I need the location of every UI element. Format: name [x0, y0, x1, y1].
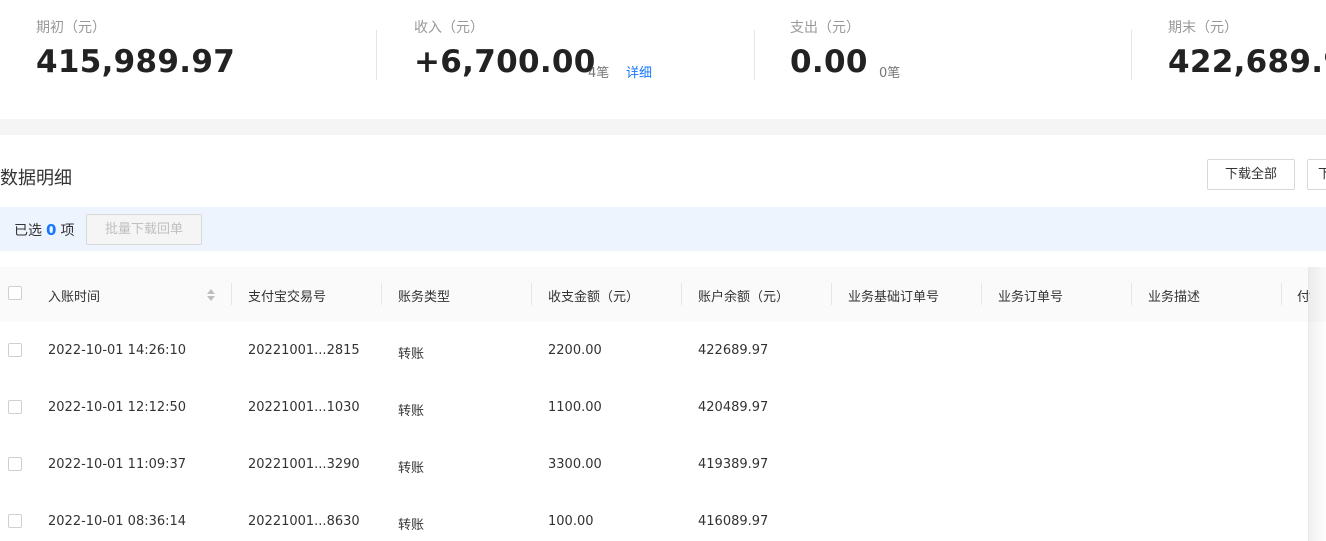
cell-type: 转账: [398, 404, 425, 419]
opening-balance-label: 期初（元）: [36, 20, 106, 36]
opening-balance-value: 415,989.97: [36, 44, 236, 80]
column-header-base-order-no: 业务基础订单号: [848, 290, 940, 305]
column-header-type: 账务类型: [398, 290, 451, 305]
selection-suffix: 项: [60, 223, 75, 239]
cell-type: 转账: [398, 518, 425, 533]
section-title: 数据明细: [0, 168, 72, 189]
batch-download-receipts-button[interactable]: 批量下载回单: [86, 214, 202, 245]
expense-label: 支出（元）: [790, 20, 860, 36]
cell-type: 转账: [398, 347, 425, 362]
cell-trade-no: 20221001...2815: [248, 343, 360, 358]
column-header-amount: 收支金额（元）: [548, 290, 640, 305]
expense-value: 0.00: [790, 44, 868, 80]
column-header-time[interactable]: 入账时间: [48, 286, 100, 305]
table-row[interactable]: 2022-10-01 11:09:37 20221001...3290 转账 3…: [0, 436, 1326, 494]
cell-balance: 416089.97: [698, 514, 769, 529]
selection-prefix: 已选: [14, 223, 42, 239]
income-count: 4笔: [588, 66, 610, 81]
cell-type: 转账: [398, 461, 425, 476]
selection-summary: 已选 0 项: [14, 220, 74, 240]
column-header-trade-no: 支付宝交易号: [248, 290, 327, 305]
column-separator: [681, 283, 682, 305]
selection-count: 0: [46, 221, 57, 239]
column-separator: [831, 283, 832, 305]
cell-time: 2022-10-01 12:12:50: [48, 400, 187, 415]
cell-time: 2022-10-01 14:26:10: [48, 343, 187, 358]
section-separator: [0, 119, 1326, 135]
summary-strip: 期初（元） 415,989.97 收入（元） +6,700.00 4笔 详细 支…: [0, 0, 1326, 119]
cell-amount: 1100.00: [548, 400, 602, 415]
cell-trade-no: 20221001...1030: [248, 400, 360, 415]
closing-balance-value: 422,689.97: [1168, 44, 1326, 80]
income-value: +6,700.00: [414, 44, 596, 80]
cell-balance: 422689.97: [698, 343, 769, 358]
cell-amount: 100.00: [548, 514, 594, 529]
select-all-checkbox[interactable]: [8, 286, 22, 300]
column-header-description: 业务描述: [1148, 290, 1201, 305]
cell-balance: 420489.97: [698, 400, 769, 415]
cell-trade-no: 20221001...8630: [248, 514, 360, 529]
cell-amount: 3300.00: [548, 457, 602, 472]
row-checkbox[interactable]: [8, 457, 22, 471]
cell-amount: 2200.00: [548, 343, 602, 358]
selection-bar: 已选 0 项 批量下载回单: [0, 207, 1326, 251]
column-separator: [231, 283, 232, 305]
table-row[interactable]: 2022-10-01 08:36:14 20221001...8630 转账 1…: [0, 493, 1326, 541]
income-label: 收入（元）: [414, 20, 484, 36]
cell-time: 2022-10-01 11:09:37: [48, 457, 187, 472]
column-separator: [381, 283, 382, 305]
row-checkbox[interactable]: [8, 400, 22, 414]
fixed-column-shadow: [1308, 267, 1326, 541]
income-detail-link[interactable]: 详细: [626, 62, 652, 81]
column-header-balance: 账户余额（元）: [698, 290, 790, 305]
cell-time: 2022-10-01 08:36:14: [48, 514, 187, 529]
sort-arrows-icon[interactable]: [206, 287, 216, 303]
expense-count: 0笔: [879, 66, 901, 81]
column-separator: [1131, 283, 1132, 305]
column-header-order-no: 业务订单号: [998, 290, 1064, 305]
download-partial-button[interactable]: 下: [1307, 159, 1326, 190]
row-checkbox[interactable]: [8, 343, 22, 357]
table-row[interactable]: 2022-10-01 14:26:10 20221001...2815 转账 2…: [0, 322, 1326, 380]
table-row[interactable]: 2022-10-01 12:12:50 20221001...1030 转账 1…: [0, 379, 1326, 437]
summary-divider: [376, 30, 377, 80]
table-header: 入账时间 支付宝交易号 账务类型 收支金额（元） 账户余额（元） 业务基础订单号…: [0, 267, 1326, 323]
summary-divider: [754, 30, 755, 80]
column-separator: [531, 283, 532, 305]
cell-trade-no: 20221001...3290: [248, 457, 360, 472]
summary-divider: [1131, 30, 1132, 80]
download-all-button[interactable]: 下载全部: [1207, 159, 1295, 190]
closing-balance-label: 期末（元）: [1168, 20, 1238, 36]
cell-balance: 419389.97: [698, 457, 769, 472]
column-separator: [981, 283, 982, 305]
row-checkbox[interactable]: [8, 514, 22, 528]
column-separator: [1281, 283, 1282, 305]
